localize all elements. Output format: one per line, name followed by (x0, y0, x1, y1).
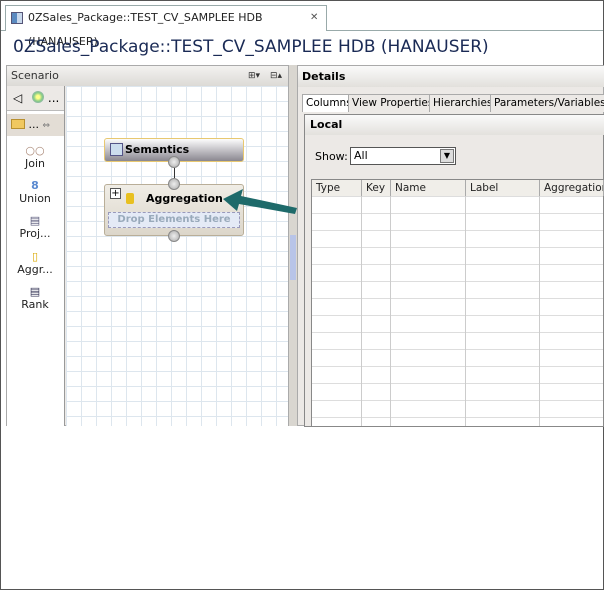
editor-tab-bar: 0ZSales_Package::TEST_CV_SAMPLEE HDB (HA… (1, 1, 603, 48)
palette-label: Union (19, 192, 51, 205)
aggregation-input-port[interactable] (168, 178, 180, 190)
column-header-aggregation[interactable]: Aggregation (540, 180, 604, 196)
palette-label: Rank (21, 298, 49, 311)
palette-item-rank[interactable]: ▤ Rank (7, 285, 63, 311)
palette-item-aggregation[interactable]: ▯ Aggr... (7, 250, 63, 276)
aggregation-icon: ▯ (31, 250, 39, 263)
semantics-input-port[interactable] (168, 156, 180, 168)
chevron-down-icon[interactable]: ▼ (440, 149, 454, 163)
scrollbar-thumb[interactable] (290, 235, 296, 280)
scenario-title: Scenario (11, 69, 59, 82)
show-value: All (354, 149, 368, 162)
palette-item-projection[interactable]: ▤ Proj... (7, 214, 63, 240)
annotation-arrow (223, 189, 297, 214)
link-icon[interactable]: ⇔ (43, 121, 51, 131)
aggregation-node-icon (126, 193, 134, 204)
palette: ◁ ... ... ⇔ ○○ Join 8 Union ▤ Proj... ▯ Aggr… (7, 86, 65, 426)
connector-line (174, 168, 175, 178)
local-section: Local Show: All ▼ Type Key Name Label Ag… (304, 114, 604, 427)
scenario-canvas[interactable]: Semantics + Aggregation Drop Elements He… (66, 86, 288, 426)
tab-view-properties[interactable]: View Properties (348, 94, 438, 112)
back-icon[interactable]: ◁ (13, 91, 22, 105)
projection-icon: ▤ (29, 214, 41, 227)
semantics-icon (110, 143, 123, 156)
page-title: 0ZSales_Package::TEST_CV_SAMPLEE HDB (HA… (13, 37, 489, 57)
toolbar-more[interactable]: ... (48, 91, 59, 105)
expand-all-icon[interactable]: ⊞▾ (248, 66, 260, 86)
collapse-all-icon[interactable]: ⊟▴ (270, 66, 282, 86)
palette-label: Aggr... (17, 263, 53, 276)
columns-table: Type Key Name Label Aggregation (311, 179, 604, 427)
palette-item-union[interactable]: 8 Union (7, 179, 63, 205)
show-dropdown[interactable]: All ▼ (350, 147, 456, 165)
details-panel: Details Columns View Properties Hierarch… (297, 65, 604, 427)
aggregation-output-port[interactable] (168, 230, 180, 242)
column-header-key[interactable]: Key (362, 180, 391, 196)
close-icon[interactable]: ✕ (310, 6, 318, 30)
union-icon: 8 (31, 179, 39, 192)
palette-label: Proj... (19, 227, 51, 240)
semantics-label: Semantics (125, 143, 190, 156)
folder-icon (11, 119, 25, 129)
palette-toolbar: ◁ ... (7, 86, 64, 111)
palette-icon[interactable] (32, 91, 45, 103)
calculation-view-icon (11, 12, 23, 24)
show-label: Show: (315, 150, 348, 163)
panel-splitter[interactable] (288, 65, 297, 426)
tab-parameters-variables[interactable]: Parameters/Variables (490, 94, 604, 112)
editor-tab[interactable]: 0ZSales_Package::TEST_CV_SAMPLEE HDB (HA… (5, 5, 327, 48)
scenario-panel: Scenario ⊞▾ ⊟▴ ◁ ... ... ⇔ ○○ Join 8 Union… (6, 65, 290, 426)
scenario-header: Scenario ⊞▾ ⊟▴ (7, 66, 289, 86)
rank-icon: ▤ (29, 285, 41, 298)
tab-hierarchies[interactable]: Hierarchies (429, 94, 497, 112)
palette-label: Join (24, 157, 45, 170)
folder-label: ... (28, 118, 40, 131)
join-icon: ○○ (25, 144, 45, 157)
expand-icon[interactable]: + (110, 188, 121, 199)
palette-item-join[interactable]: ○○ Join (7, 144, 63, 170)
details-header: Details (298, 66, 604, 87)
column-header-type[interactable]: Type (312, 180, 362, 196)
column-header-name[interactable]: Name (391, 180, 466, 196)
column-header-label[interactable]: Label (466, 180, 540, 196)
local-header: Local (305, 115, 604, 135)
palette-folder-row[interactable]: ... ⇔ (7, 114, 64, 136)
